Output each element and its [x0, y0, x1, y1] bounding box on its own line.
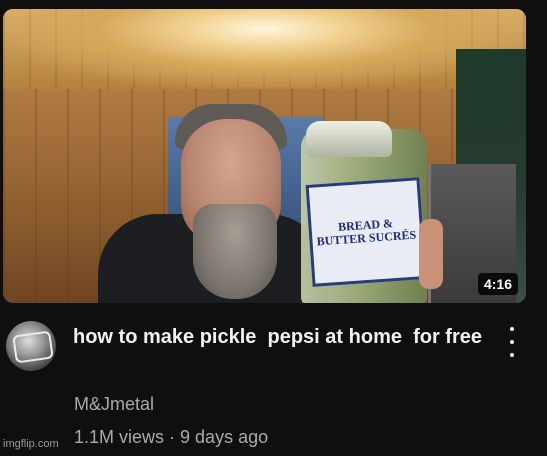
video-stats: 1.1M views · 9 days ago [74, 427, 268, 448]
stats-separator: · [164, 427, 181, 447]
watermark: imgflip.com [3, 438, 59, 450]
channel-name[interactable]: M&Jmetal [74, 394, 154, 415]
ceiling-scene [3, 9, 526, 89]
hand [419, 219, 443, 289]
video-title[interactable]: how to make pickle pepsi at home for fre… [73, 323, 493, 351]
jar-label-text: BREAD & BUTTER SUCRÉS [316, 216, 417, 249]
person-beard [193, 204, 277, 299]
jar-lid [306, 121, 392, 157]
view-count: 1.1M views [74, 427, 165, 447]
video-thumbnail[interactable]: BREAD & BUTTER SUCRÉS 4:16 [3, 9, 526, 303]
video-meta: how to make pickle pepsi at home for fre… [0, 303, 547, 456]
jar-label: BREAD & BUTTER SUCRÉS [305, 177, 427, 287]
upload-age: 9 days ago [180, 427, 269, 447]
more-vert-icon[interactable] [500, 327, 524, 357]
duration-badge: 4:16 [477, 273, 518, 295]
avatar-logo-icon [12, 330, 54, 364]
channel-avatar[interactable] [6, 321, 56, 371]
